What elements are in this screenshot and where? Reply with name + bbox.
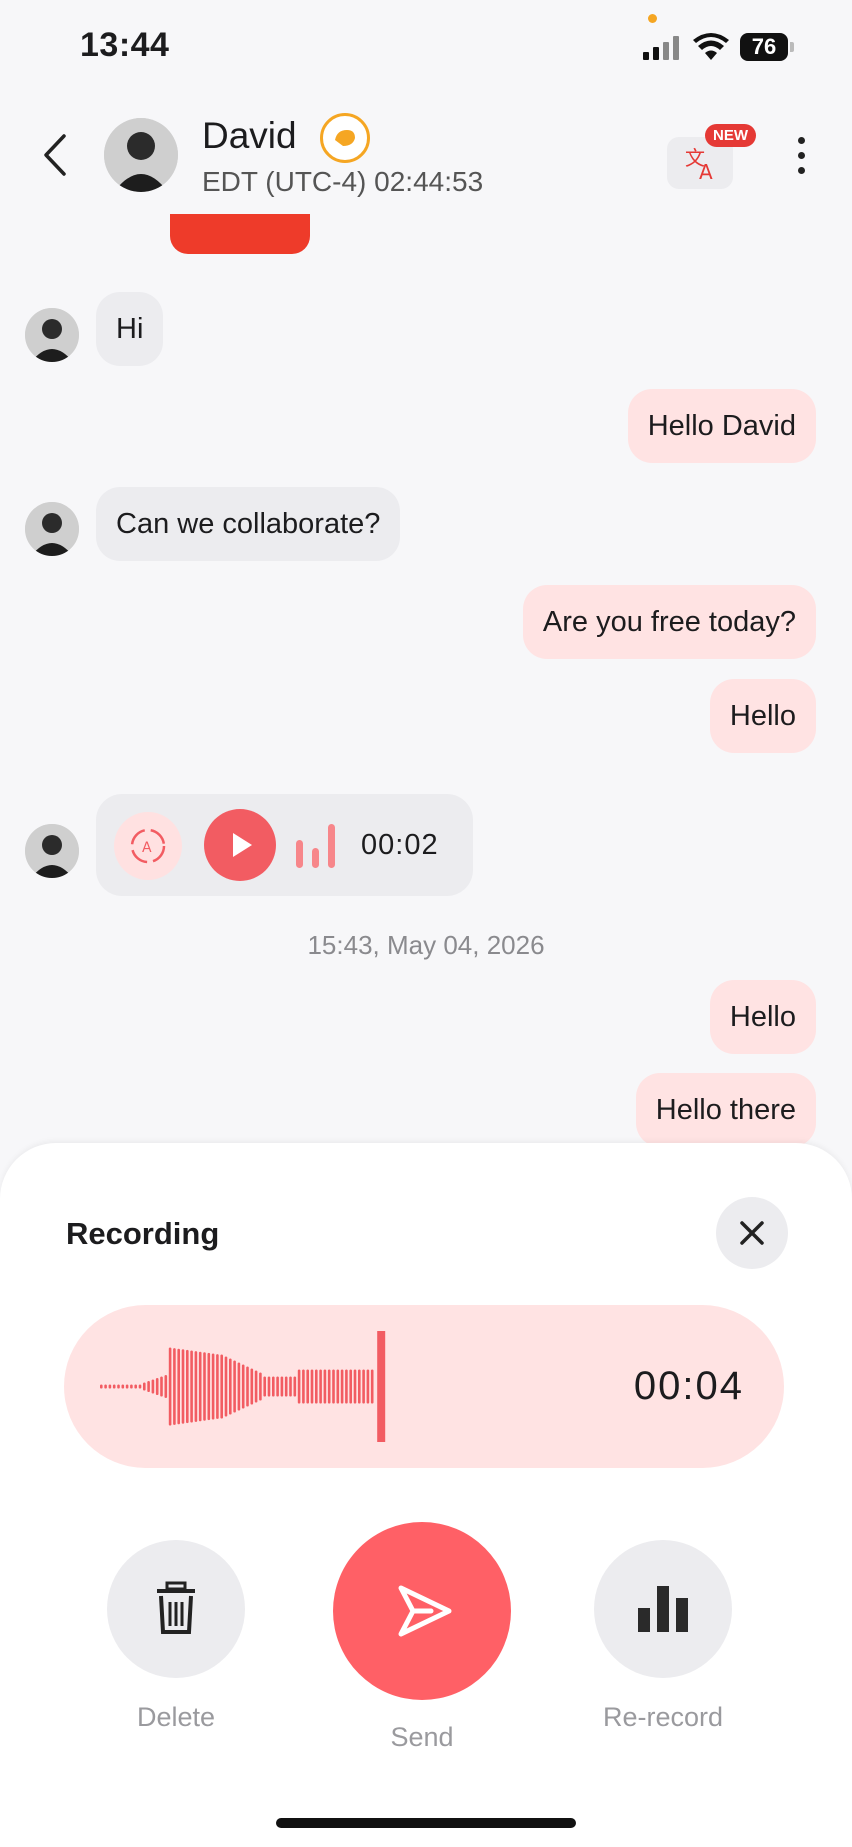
contact-timezone: EDT (UTC-4) 02:44:53 xyxy=(202,166,484,197)
message-bubble: Hello there xyxy=(635,1073,816,1147)
mic-indicator-dot xyxy=(648,14,657,23)
send-button[interactable] xyxy=(333,1522,511,1700)
close-button[interactable] xyxy=(716,1197,788,1269)
message-bubble: Can we collaborate? xyxy=(96,487,401,561)
contact-name: David xyxy=(202,115,297,156)
play-button[interactable] xyxy=(204,809,276,881)
rerecord-button[interactable] xyxy=(594,1540,732,1678)
voice-translate-icon[interactable]: A xyxy=(114,812,182,880)
message-bubble: Hello xyxy=(709,679,816,753)
voice-message: A 00:02 xyxy=(96,794,473,896)
bar-chart-icon xyxy=(638,1586,688,1632)
status-time: 13:44 xyxy=(80,26,170,64)
signal-icon xyxy=(643,36,683,60)
back-icon[interactable] xyxy=(40,130,70,180)
recording-waveform-bar: 00:04 xyxy=(64,1305,784,1468)
wifi-icon xyxy=(693,33,729,60)
rerecord-label: Re-record xyxy=(602,1702,724,1732)
trash-icon xyxy=(157,1581,195,1634)
waveform-graphic xyxy=(100,1331,386,1442)
audio-level-icon xyxy=(296,824,340,868)
send-icon xyxy=(398,1585,452,1637)
message-bubble: Are you free today? xyxy=(522,585,816,659)
play-icon xyxy=(233,833,252,857)
more-icon[interactable] xyxy=(796,137,806,179)
sender-avatar[interactable] xyxy=(25,502,79,556)
battery-level: 76 xyxy=(740,33,788,61)
svg-text:A: A xyxy=(142,840,152,856)
recording-title: Recording xyxy=(66,1216,220,1251)
message-bubble: Hi xyxy=(96,292,164,366)
recording-duration: 00:04 xyxy=(633,1364,744,1408)
message-bubble: Hello xyxy=(709,980,816,1054)
delete-label: Delete xyxy=(136,1702,216,1732)
sender-avatar[interactable] xyxy=(25,824,79,878)
wave-hand-icon xyxy=(320,113,370,163)
home-indicator xyxy=(276,1818,576,1828)
battery-tip xyxy=(790,42,794,52)
chat-timestamp: 15:43, May 04, 2026 xyxy=(307,930,545,960)
voice-duration: 00:02 xyxy=(361,829,439,861)
delete-button[interactable] xyxy=(107,1540,245,1678)
message-bubble: Hello David xyxy=(627,389,816,463)
close-icon xyxy=(740,1221,764,1245)
new-badge: NEW xyxy=(705,124,756,147)
send-label: Send xyxy=(390,1722,454,1752)
contact-avatar[interactable] xyxy=(104,118,178,192)
sticker-partial xyxy=(170,214,310,254)
svg-text:A: A xyxy=(699,160,713,184)
sender-avatar[interactable] xyxy=(25,308,79,362)
